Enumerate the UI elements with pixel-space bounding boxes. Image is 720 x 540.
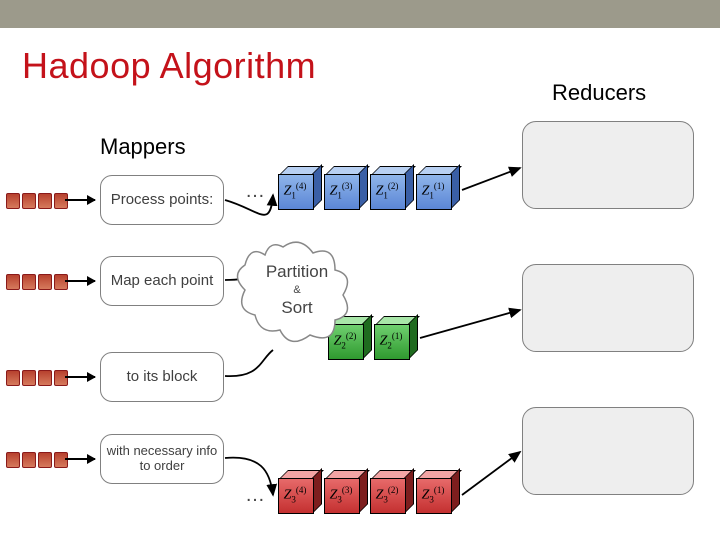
mapbox-label: Map each point — [111, 272, 214, 289]
cube-z3-1: Z3(1) — [416, 470, 458, 512]
page-title: Hadoop Algorithm — [22, 45, 316, 87]
ellipsis-bottom: … — [245, 484, 268, 507]
mapbox-label: Process points: — [111, 191, 214, 208]
partition-sort-label: Partition & Sort — [258, 262, 336, 318]
arrow-icon — [65, 458, 95, 460]
data-dots-3 — [6, 370, 68, 386]
mapbox-label: to its block — [127, 368, 198, 385]
reducer-box-2 — [522, 264, 694, 352]
mapbox-label: with necessary info to order — [101, 444, 223, 474]
data-dots-4 — [6, 452, 68, 468]
cube-z1-4: Z1(4) — [278, 166, 320, 208]
slide: Hadoop Algorithm Mappers Reducers Proces… — [0, 0, 720, 540]
cube-z3-2: Z3(2) — [370, 470, 412, 512]
ellipsis-top: … — [245, 180, 268, 203]
top-bar — [0, 0, 720, 28]
cube-z3-3: Z3(3) — [324, 470, 366, 512]
cube-z3-4: Z3(4) — [278, 470, 320, 512]
sort-label: Sort — [281, 298, 312, 317]
arrow-icon — [65, 199, 95, 201]
cube-z1-2: Z1(2) — [370, 166, 412, 208]
partition-label: Partition — [266, 262, 328, 281]
arrow-icon — [65, 280, 95, 282]
cube-z1-1: Z1(1) — [416, 166, 458, 208]
reducer-box-3 — [522, 407, 694, 495]
ampersand-label: & — [258, 284, 336, 296]
mapbox-process-points: Process points: — [100, 175, 224, 225]
data-dots-1 — [6, 193, 68, 209]
reducer-box-1 — [522, 121, 694, 209]
data-dots-2 — [6, 274, 68, 290]
section-mappers: Mappers — [100, 134, 186, 160]
mapbox-with-info: with necessary info to order — [100, 434, 224, 484]
arrow-icon — [65, 376, 95, 378]
mapbox-map-each-point: Map each point — [100, 256, 224, 306]
section-reducers: Reducers — [552, 80, 646, 106]
cube-z2-1: Z2(1) — [374, 316, 416, 358]
cube-z1-3: Z1(3) — [324, 166, 366, 208]
mapbox-to-its-block: to its block — [100, 352, 224, 402]
